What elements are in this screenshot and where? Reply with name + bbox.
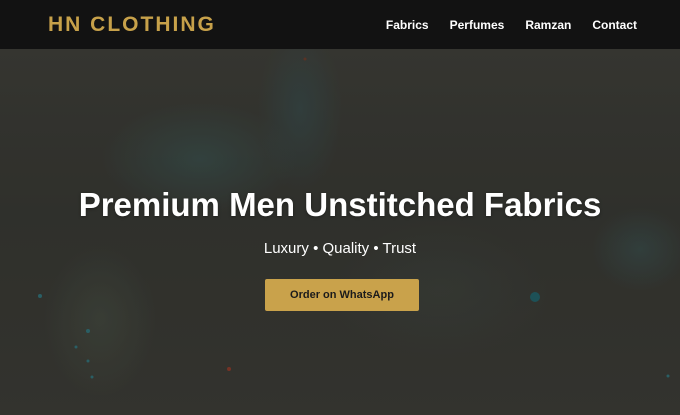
nav-item-fabrics: Fabrics [386, 16, 429, 34]
hero-content: Premium Men Unstitched Fabrics Luxury • … [0, 49, 680, 415]
brand-logo[interactable]: HN CLOTHING [48, 13, 216, 37]
nav-link-perfumes[interactable]: Perfumes [450, 18, 505, 32]
nav-link-fabrics[interactable]: Fabrics [386, 18, 429, 32]
nav-item-perfumes: Perfumes [450, 16, 505, 34]
hero-section: Premium Men Unstitched Fabrics Luxury • … [0, 49, 680, 415]
nav-link-ramzan[interactable]: Ramzan [525, 18, 571, 32]
nav-link-contact[interactable]: Contact [592, 18, 637, 32]
order-whatsapp-button[interactable]: Order on WhatsApp [265, 279, 419, 311]
navbar: HN CLOTHING Fabrics Perfumes Ramzan Cont… [0, 0, 680, 49]
hero-subtitle: Luxury • Quality • Trust [263, 240, 417, 257]
nav-item-ramzan: Ramzan [525, 16, 571, 34]
hero-title: Premium Men Unstitched Fabrics [78, 186, 602, 223]
nav-item-contact: Contact [592, 16, 637, 34]
nav-links: Fabrics Perfumes Ramzan Contact [386, 16, 637, 34]
